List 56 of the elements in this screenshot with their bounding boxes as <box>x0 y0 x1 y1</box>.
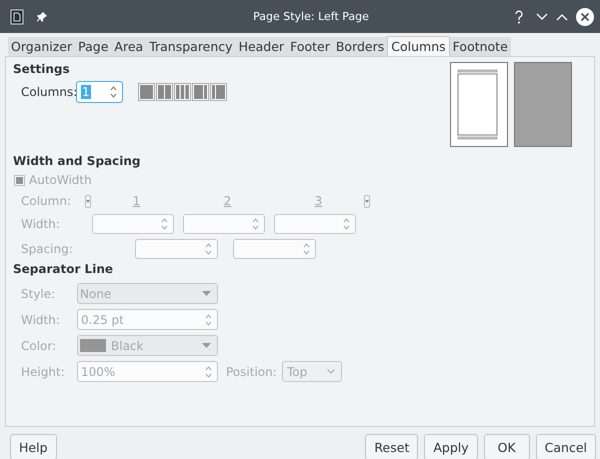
tab[interactable]: Organizer <box>8 37 76 56</box>
maximize-icon[interactable] <box>556 12 568 20</box>
section-heading: Separator Line <box>13 261 114 277</box>
field-label: Style: <box>20 286 56 300</box>
tab[interactable]: Footnote <box>450 37 511 56</box>
dropdown-arrow-icon <box>202 291 211 296</box>
tab[interactable]: Footer <box>287 37 333 56</box>
tab[interactable]: Transparency <box>146 37 236 56</box>
scroll-left-button[interactable] <box>85 194 91 208</box>
checkbox-label: AutoWidth <box>29 173 92 187</box>
field-label: Column: <box>20 194 72 208</box>
column-layout-icon[interactable] <box>210 83 227 101</box>
dialog-button[interactable]: Reset <box>365 434 418 459</box>
help-icon[interactable] <box>514 10 524 24</box>
dialog-button[interactable]: Apply <box>424 434 478 459</box>
spin-arrows-icon <box>161 218 168 230</box>
dialog-button[interactable]: Help <box>10 434 56 459</box>
section-heading: Settings <box>13 61 71 77</box>
tab[interactable]: Page <box>75 37 112 56</box>
field-label: Width: <box>20 312 61 326</box>
field-label: Columns: <box>20 85 76 99</box>
field-label: Position: <box>225 364 278 378</box>
spin-arrows-icon <box>252 218 259 230</box>
column-number: 2 <box>222 194 232 208</box>
tab[interactable]: Area <box>111 37 146 56</box>
tab[interactable]: Columns <box>387 36 450 56</box>
dialog-button[interactable]: Cancel <box>536 434 596 459</box>
field-label: Spacing: <box>20 242 74 256</box>
tab[interactable]: Header <box>236 37 288 56</box>
minimize-icon[interactable] <box>536 12 548 20</box>
dialog-button[interactable]: OK <box>484 434 530 459</box>
spin-arrows-icon <box>205 243 212 255</box>
spin-arrows-icon <box>303 243 310 255</box>
section-heading: Width and Spacing <box>13 153 142 169</box>
dropdown-arrow-icon <box>202 343 211 348</box>
document-icon <box>10 8 24 24</box>
caret-icon <box>365 200 369 202</box>
spin-arrows-icon <box>110 86 117 98</box>
window-title: Page Style: Left Page <box>252 10 370 23</box>
pin-icon[interactable] <box>36 10 48 22</box>
column-number: 1 <box>132 194 142 208</box>
field-label: Color: <box>20 338 58 352</box>
spin-arrows-icon <box>205 314 212 326</box>
field-label: Width: <box>20 217 61 231</box>
scroll-right-button[interactable] <box>364 194 370 208</box>
column-layout-icon[interactable] <box>156 83 173 101</box>
close-icon[interactable] <box>576 8 594 26</box>
column-number: 3 <box>314 194 324 208</box>
tab[interactable]: Borders <box>332 37 388 56</box>
column-layout-icon[interactable] <box>192 83 209 101</box>
field-label: Height: <box>20 364 66 378</box>
caret-icon <box>86 200 90 202</box>
column-layout-icon[interactable] <box>138 83 155 101</box>
column-layout-icon[interactable] <box>174 83 191 101</box>
spin-arrows-icon <box>343 218 350 230</box>
spin-arrows-icon <box>205 366 212 378</box>
